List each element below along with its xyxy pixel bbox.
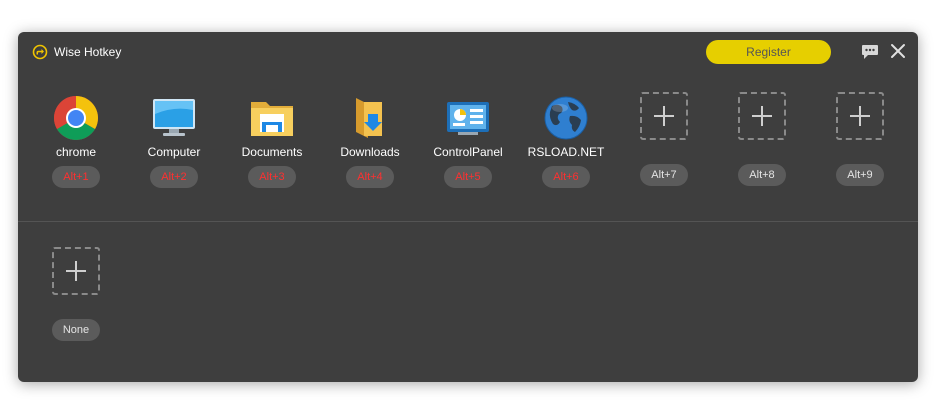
hotkey-badge[interactable]: Alt+2 xyxy=(150,166,198,188)
hotkey-badge[interactable]: Alt+6 xyxy=(542,166,590,188)
hotkey-badge[interactable]: Alt+1 xyxy=(52,166,100,188)
feedback-icon[interactable] xyxy=(861,44,879,60)
hotkey-badge[interactable]: None xyxy=(52,319,100,341)
add-app-button[interactable] xyxy=(52,247,100,295)
hotkey-badge[interactable]: Alt+8 xyxy=(738,164,786,186)
row-divider xyxy=(18,221,918,222)
window-title: Wise Hotkey xyxy=(54,45,122,59)
app-name: Documents xyxy=(241,145,303,159)
add-app-button[interactable] xyxy=(836,92,884,140)
add-app-button[interactable] xyxy=(738,92,786,140)
documents-folder-icon xyxy=(251,102,293,136)
app-name: chrome xyxy=(55,145,96,159)
app-name: RSLOAD.NET xyxy=(527,145,605,159)
globe-icon xyxy=(544,96,588,140)
chrome-icon xyxy=(54,96,98,140)
computer-icon xyxy=(153,99,195,136)
app-name: Computer xyxy=(147,145,201,159)
hotkey-badge[interactable]: Alt+7 xyxy=(640,164,688,186)
close-icon[interactable] xyxy=(890,43,906,59)
hotkey-badge[interactable]: Alt+9 xyxy=(836,164,884,186)
hotkey-badge[interactable]: Alt+4 xyxy=(346,166,394,188)
title-bar: Wise Hotkey xyxy=(32,44,121,60)
app-name: ControlPanel xyxy=(433,145,503,159)
wise-hotkey-window: Wise Hotkey Register chrome Alt+1 Comput… xyxy=(18,32,918,382)
hotkey-badge[interactable]: Alt+5 xyxy=(444,166,492,188)
control-panel-icon xyxy=(447,102,489,135)
app-name: Downloads xyxy=(340,145,400,159)
hotkey-badge[interactable]: Alt+3 xyxy=(248,166,296,188)
wise-hotkey-logo-icon xyxy=(32,44,48,60)
add-app-button[interactable] xyxy=(640,92,688,140)
downloads-folder-icon xyxy=(356,98,382,138)
register-button[interactable]: Register xyxy=(706,40,831,64)
